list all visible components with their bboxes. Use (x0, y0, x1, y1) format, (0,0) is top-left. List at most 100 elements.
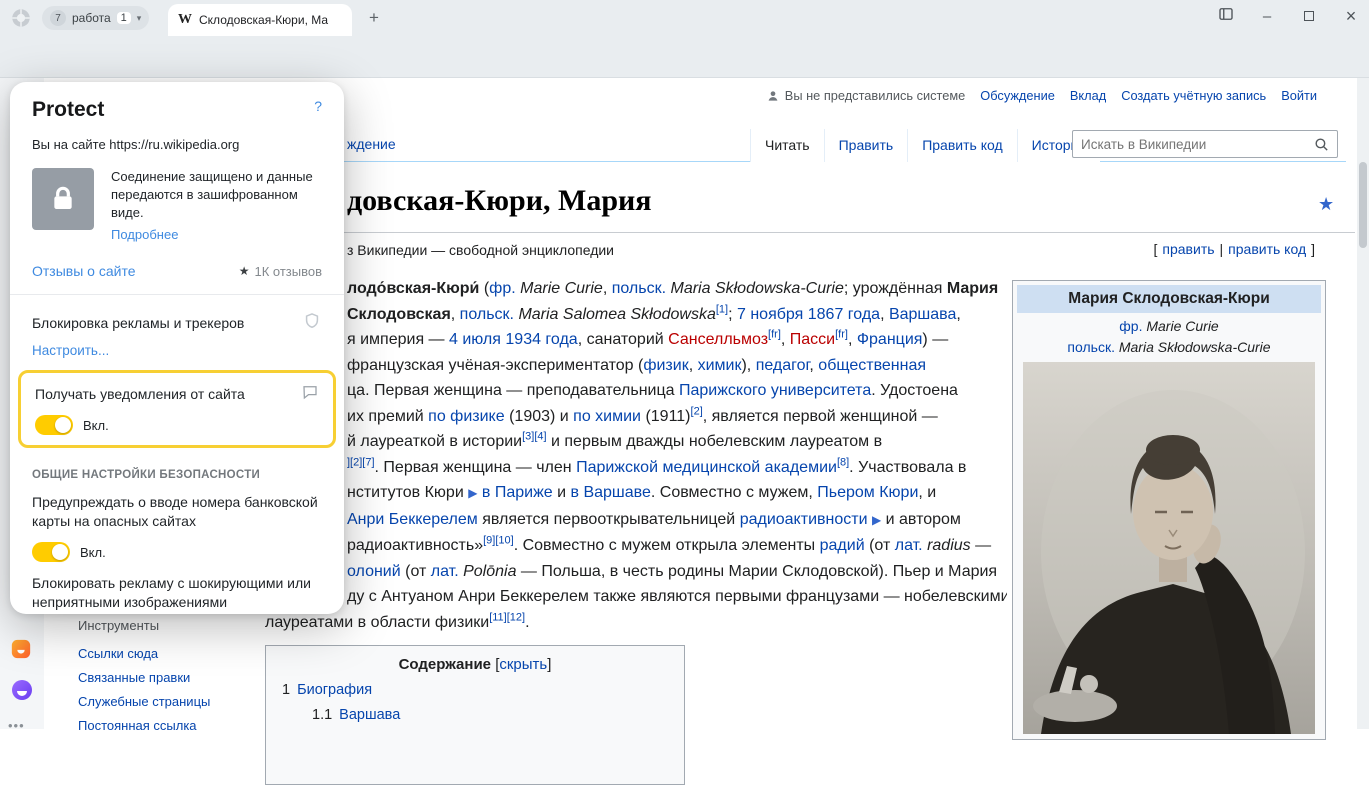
language-link[interactable]: фр. (1119, 318, 1142, 334)
tab-read[interactable]: Читать (750, 129, 824, 162)
browser-menu-icon[interactable] (10, 7, 32, 29)
article-link[interactable]: по химии (573, 408, 641, 425)
article-link[interactable]: Анри Беккерелем (347, 511, 478, 528)
wiki-search-input[interactable] (1073, 131, 1303, 157)
article-text: ), (741, 357, 755, 374)
shield-icon (302, 311, 322, 334)
article-link[interactable]: [3][4] (522, 431, 546, 443)
separator: | (1220, 241, 1224, 257)
article-link[interactable]: польск. (612, 280, 666, 297)
details-link[interactable]: Подробнее (111, 226, 178, 244)
article-link[interactable]: 1934 года (505, 331, 577, 348)
toc-heading: Содержание (399, 656, 491, 673)
article-link[interactable]: [fr] (835, 329, 848, 341)
language-link[interactable]: польск. (1067, 339, 1115, 355)
configure-link[interactable]: Настроить... (32, 343, 109, 358)
toc-hide-link[interactable]: скрыть (499, 656, 547, 673)
article-link[interactable]: по физике (428, 408, 504, 425)
article-link[interactable]: [8] (837, 456, 849, 468)
sidebar-link-permanent[interactable]: Постоянная ссылка (78, 718, 210, 733)
article-link[interactable]: Парижской медицинской академии (576, 459, 837, 476)
sidebar-link-special[interactable]: Служебные страницы (78, 694, 210, 709)
article-text: , (451, 306, 460, 323)
article-link[interactable]: [9][10] (483, 535, 514, 547)
article-link[interactable]: олоний (347, 563, 401, 580)
edit-source-link[interactable]: править код (1228, 241, 1306, 257)
tab-edit[interactable]: Править (824, 129, 908, 162)
article-link[interactable]: химик (698, 357, 742, 374)
article-link[interactable]: [fr] (768, 329, 781, 341)
sidebar-link-related[interactable]: Связанные правки (78, 670, 210, 685)
tab-group-chip[interactable]: 7 работа 1 ▾ (42, 6, 149, 30)
article-link[interactable]: Санселльмоз (668, 331, 768, 348)
article-link[interactable]: Парижского университета (679, 382, 871, 399)
edit-link[interactable]: править (1162, 241, 1214, 257)
article-link[interactable]: педагог (756, 357, 810, 374)
tab-discussion-partial[interactable]: ждение (347, 136, 396, 152)
article-link[interactable]: фр. (489, 280, 516, 297)
article-line: олоний (от лат. Polōnia — Польша, в чест… (347, 559, 1007, 585)
article-link[interactable]: Франция (857, 331, 923, 348)
article-link[interactable]: Пьером Кюри (817, 484, 918, 501)
article-link[interactable]: общественная (818, 357, 926, 374)
article-link[interactable]: ▶ (872, 513, 881, 527)
contributions-link[interactable]: Вклад (1070, 88, 1106, 103)
article-link[interactable]: физик (643, 357, 688, 374)
services-icon[interactable] (10, 638, 32, 665)
side-panel-icon[interactable] (1217, 5, 1235, 28)
active-tab[interactable]: W Склодовская-Кюри, Ма (168, 4, 352, 36)
scrollbar-thumb[interactable] (1359, 162, 1367, 248)
article-link[interactable]: Пасси (790, 331, 835, 348)
article-link[interactable]: [2] (691, 405, 703, 417)
card-warning-toggle[interactable] (32, 542, 70, 562)
help-link[interactable]: ? (314, 98, 322, 114)
toc-link[interactable]: Биография (297, 682, 372, 698)
toc-item[interactable]: 1.1Варшава (312, 707, 668, 723)
article-line: радиоактивность»[9][10]. Совместно с муж… (347, 533, 1007, 559)
portrait-photo[interactable] (1023, 362, 1315, 734)
article-link[interactable]: 7 ноября (737, 306, 803, 323)
scrollbar-track[interactable] (1357, 78, 1369, 729)
article-link[interactable]: лат. (895, 537, 923, 554)
tab-edit-source[interactable]: Править код (907, 129, 1016, 162)
notifications-toggle[interactable] (35, 415, 73, 435)
article-link[interactable]: в Париже (482, 484, 553, 501)
maximize-button[interactable] (1299, 8, 1319, 25)
article-link[interactable]: Варшава (889, 306, 956, 323)
search-icon[interactable] (1313, 136, 1330, 158)
close-button[interactable]: × (1341, 6, 1361, 27)
create-account-link[interactable]: Создать учётную запись (1121, 88, 1266, 103)
tab-bar: 7 работа 1 ▾ W Склодовская-Кюри, Ма + – … (0, 0, 1369, 36)
article-link[interactable]: 4 июля (449, 331, 501, 348)
article-line: Анри Беккерелем является первооткрывател… (347, 507, 1007, 534)
talk-link[interactable]: Обсуждение (980, 88, 1055, 103)
notifications-label: Получать уведомления от сайта (35, 386, 245, 402)
article-link[interactable]: в Варшаве (571, 484, 651, 501)
article-link[interactable]: лат. (431, 563, 459, 580)
article-text: радиоактивность» (347, 537, 483, 554)
title-rule (265, 232, 1355, 233)
article-link[interactable]: радиоактивности (740, 511, 868, 528)
article-link[interactable]: ][2][7] (347, 456, 375, 468)
watchlist-star-icon[interactable]: ★ (1318, 194, 1334, 215)
infobox-polish-name: польск. Maria Skłodowska-Curie (1017, 339, 1321, 355)
article-link[interactable]: польск. (460, 306, 514, 323)
article-link[interactable]: радий (820, 537, 865, 554)
article-link[interactable]: [11][12] (489, 611, 525, 623)
infobox: Мария Склодовская-Кюри фр. Marie Curie п… (1012, 280, 1326, 740)
article-line: их премий по физике (1903) и по химии (1… (347, 404, 1007, 430)
article-line: ][2][7]. Первая женщина — член Парижской… (347, 455, 1007, 481)
sidebar-link-whatlinkshere[interactable]: Ссылки сюда (78, 646, 210, 661)
minimize-button[interactable]: – (1257, 8, 1277, 25)
article-link[interactable]: 1867 года (808, 306, 880, 323)
more-icon[interactable]: ••• (8, 718, 25, 733)
site-reviews-link[interactable]: Отзывы о сайте (32, 263, 136, 279)
toc-item[interactable]: 1Биография (282, 682, 668, 698)
alice-assistant-icon[interactable] (10, 678, 34, 707)
card-warning-label: Предупреждать о вводе номера банковской … (32, 493, 322, 531)
article-tabs: Читать Править Править код История (750, 128, 1100, 162)
toc-link[interactable]: Варшава (339, 707, 400, 723)
new-tab-button[interactable]: + (362, 6, 386, 30)
article-link[interactable]: [1] (716, 303, 728, 315)
login-link[interactable]: Войти (1281, 88, 1317, 103)
